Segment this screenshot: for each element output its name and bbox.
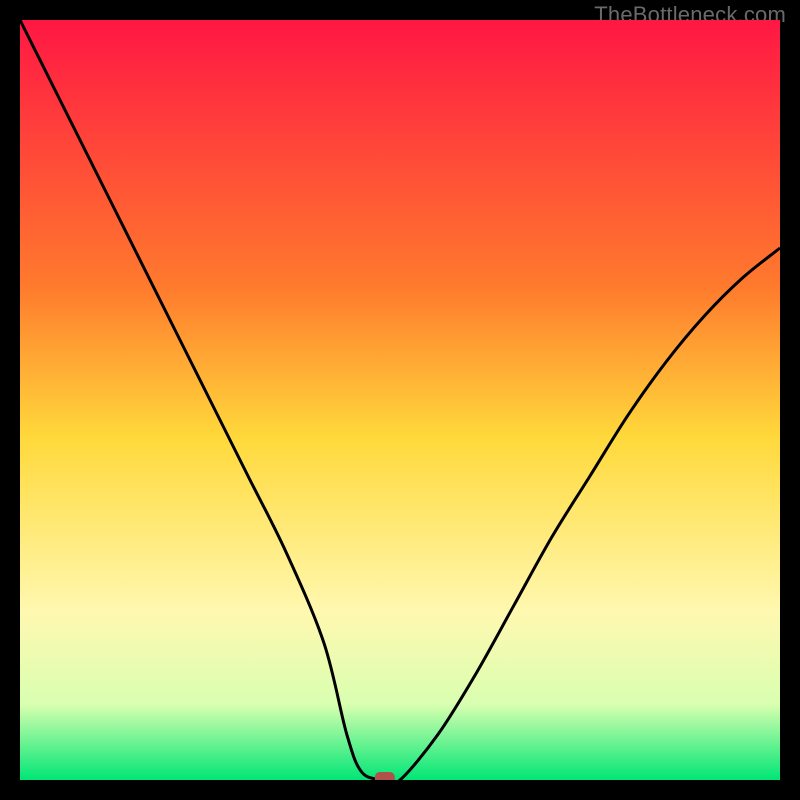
minimum-marker	[375, 772, 395, 780]
bottleneck-plot	[20, 20, 780, 780]
chart-frame: TheBottleneck.com	[0, 0, 800, 800]
plot-background	[20, 20, 780, 780]
